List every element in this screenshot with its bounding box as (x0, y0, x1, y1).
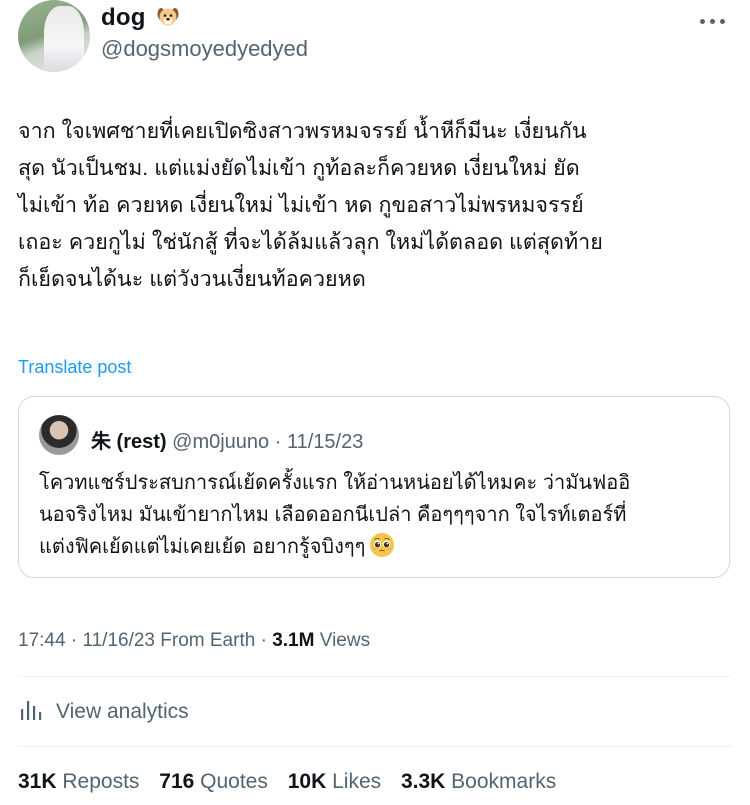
translate-post-link[interactable]: Translate post (18, 357, 131, 378)
more-dot-icon (700, 18, 705, 24)
author-handle[interactable]: @dogsmoyedyedyed (101, 36, 308, 62)
bookmarks-stat[interactable]: 3.3K Bookmarks (401, 770, 556, 793)
likes-label: Likes (332, 770, 382, 793)
quote-author-avatar (39, 415, 79, 455)
avatar-figure (44, 6, 84, 72)
quote-text: โควทแชร์ประสบการณ์เย้ดครั้งแรก ให้อ่านหน… (39, 472, 631, 558)
tweet-date[interactable]: 11/16/23 (82, 630, 155, 651)
quotes-label: Quotes (200, 770, 268, 793)
divider (18, 676, 732, 677)
quoted-tweet-card[interactable]: 朱 (rest) @m0juuno · 11/15/23 โควทแชร์ประ… (18, 396, 730, 578)
dog-face-icon (156, 4, 180, 35)
pleading-face-icon (369, 532, 395, 568)
view-analytics-button[interactable]: View analytics (18, 697, 189, 727)
meta-separator: · (70, 630, 78, 651)
quote-date: 11/15/23 (286, 431, 364, 453)
reposts-label: Reposts (62, 770, 140, 793)
quote-author-name: 朱 (rest) (91, 431, 167, 453)
reposts-count: 31K (18, 770, 57, 793)
bookmarks-count: 3.3K (400, 770, 446, 793)
more-dot-icon (720, 18, 725, 24)
likes-stat[interactable]: 10K Likes (288, 770, 387, 793)
views-label: Views (319, 630, 371, 651)
quotes-count: 716 (159, 770, 195, 793)
analytics-icon (18, 697, 44, 728)
divider (18, 746, 732, 747)
quote-header: 朱 (rest) @m0juuno · 11/15/23 (91, 425, 363, 454)
author-avatar[interactable] (18, 0, 90, 72)
author-name-text: dog (101, 4, 146, 31)
bookmarks-label: Bookmarks (451, 770, 557, 793)
view-analytics-label: View analytics (56, 700, 189, 723)
more-dot-icon (710, 18, 715, 24)
quotes-stat[interactable]: 716 Quotes (159, 770, 273, 793)
meta-separator: · (260, 630, 267, 651)
reposts-stat[interactable]: 31K Reposts (18, 770, 145, 793)
views-count: 3.1M (272, 630, 315, 651)
likes-count: 10K (287, 770, 327, 793)
more-options-button[interactable] (700, 16, 730, 26)
tweet-time[interactable]: 17:44 (18, 630, 66, 651)
tweet-source: From Earth (160, 630, 256, 651)
quote-text-block: โควทแชร์ประสบการณ์เย้ดครั้งแรก ให้อ่านหน… (39, 467, 719, 568)
tweet-meta-line: 17:44 · 11/16/23 From Earth · 3.1M Views (18, 630, 370, 652)
quote-separator: · (274, 431, 282, 453)
engagement-stats: 31K Reposts 716 Quotes 10K Likes 3.3K Bo… (18, 770, 570, 794)
tweet-text: จาก ใจเพศชายที่เคยเปิดซิงสาวพรหมจรรย์ น้… (18, 119, 603, 291)
author-display-name[interactable]: dog (101, 4, 180, 35)
quote-author-handle: @m0juuno (172, 431, 270, 453)
